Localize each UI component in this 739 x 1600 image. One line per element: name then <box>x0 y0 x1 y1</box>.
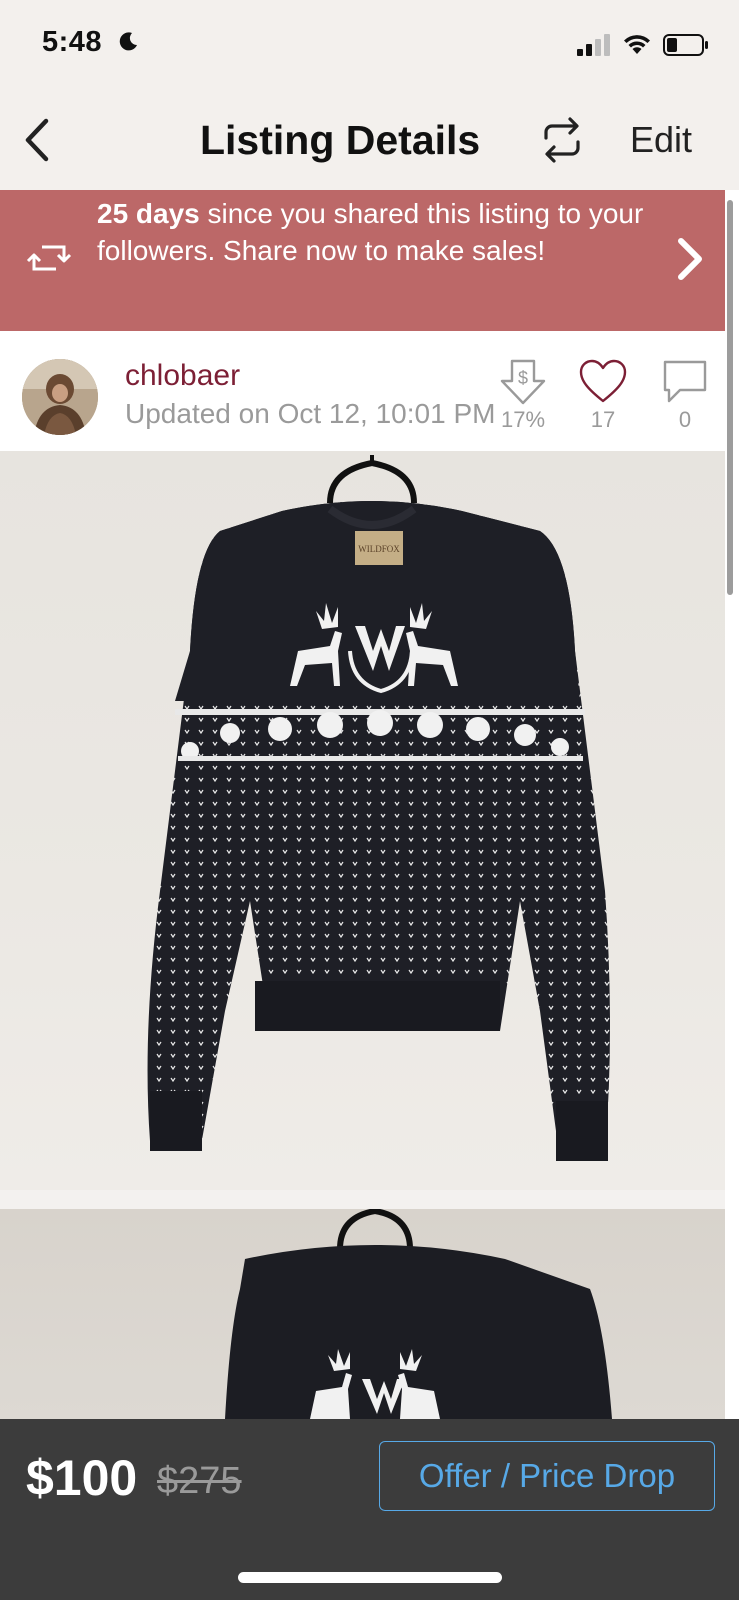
days-since-share: 25 days <box>97 198 200 229</box>
back-button[interactable] <box>14 112 60 168</box>
page-title: Listing Details <box>200 117 481 163</box>
sweater-image <box>225 1209 612 1419</box>
comments-count: 0 <box>678 407 692 432</box>
price-drop-icon: $ <box>500 359 546 405</box>
share-reminder-text: 25 days since you shared this listing to… <box>97 196 657 269</box>
heart-icon <box>579 359 627 403</box>
navigation-bar: Listing Details Edit <box>0 90 739 190</box>
likes-count: 17 <box>590 407 616 432</box>
svg-text:$: $ <box>518 368 528 388</box>
home-indicator[interactable] <box>238 1572 502 1583</box>
share-button[interactable] <box>537 112 587 168</box>
cellular-signal-icon <box>577 34 610 56</box>
price-drop-metric[interactable]: $ 17% <box>493 359 553 433</box>
sweater-image: WILDFOX <box>147 455 611 1161</box>
edit-button[interactable]: Edit <box>630 112 692 168</box>
brand-label: WILDFOX <box>358 544 400 554</box>
seller-username[interactable]: chlobaer <box>125 359 240 393</box>
original-price: $275 <box>157 1460 242 1502</box>
chevron-right-icon <box>678 238 702 280</box>
likes-metric[interactable]: 17 <box>573 359 633 433</box>
status-bar: 5:48 <box>0 0 739 90</box>
wifi-icon <box>624 35 650 54</box>
listing-photo[interactable] <box>0 1209 739 1419</box>
updated-timestamp: Updated on Oct 12, 10:01 PM <box>125 398 496 429</box>
seller-info-row: chlobaer Updated on Oct 12, 10:01 PM $ 1… <box>0 331 730 451</box>
comment-icon <box>663 360 707 403</box>
moon-icon <box>119 32 137 51</box>
price-action-bar: $100 $275 Offer / Price Drop <box>0 1419 739 1600</box>
avatar[interactable] <box>22 359 98 435</box>
listing-price: $100 <box>26 1450 138 1506</box>
battery-icon <box>663 34 708 56</box>
status-time: 5:48 <box>42 26 103 58</box>
photo-divider <box>0 1190 739 1209</box>
chevron-left-icon <box>25 118 49 162</box>
avatar-photo <box>22 359 98 435</box>
price-drop-percent: 17% <box>500 407 546 432</box>
scroll-indicator[interactable] <box>727 200 733 595</box>
comments-metric[interactable]: 0 <box>655 359 715 433</box>
share-arrows-icon <box>26 245 72 271</box>
share-reminder-banner[interactable]: 25 days since you shared this listing to… <box>0 190 730 331</box>
listing-photo[interactable]: WILDFOX <box>0 451 739 1190</box>
share-arrows-icon <box>544 117 580 163</box>
offer-price-drop-button[interactable]: Offer / Price Drop <box>379 1441 715 1511</box>
